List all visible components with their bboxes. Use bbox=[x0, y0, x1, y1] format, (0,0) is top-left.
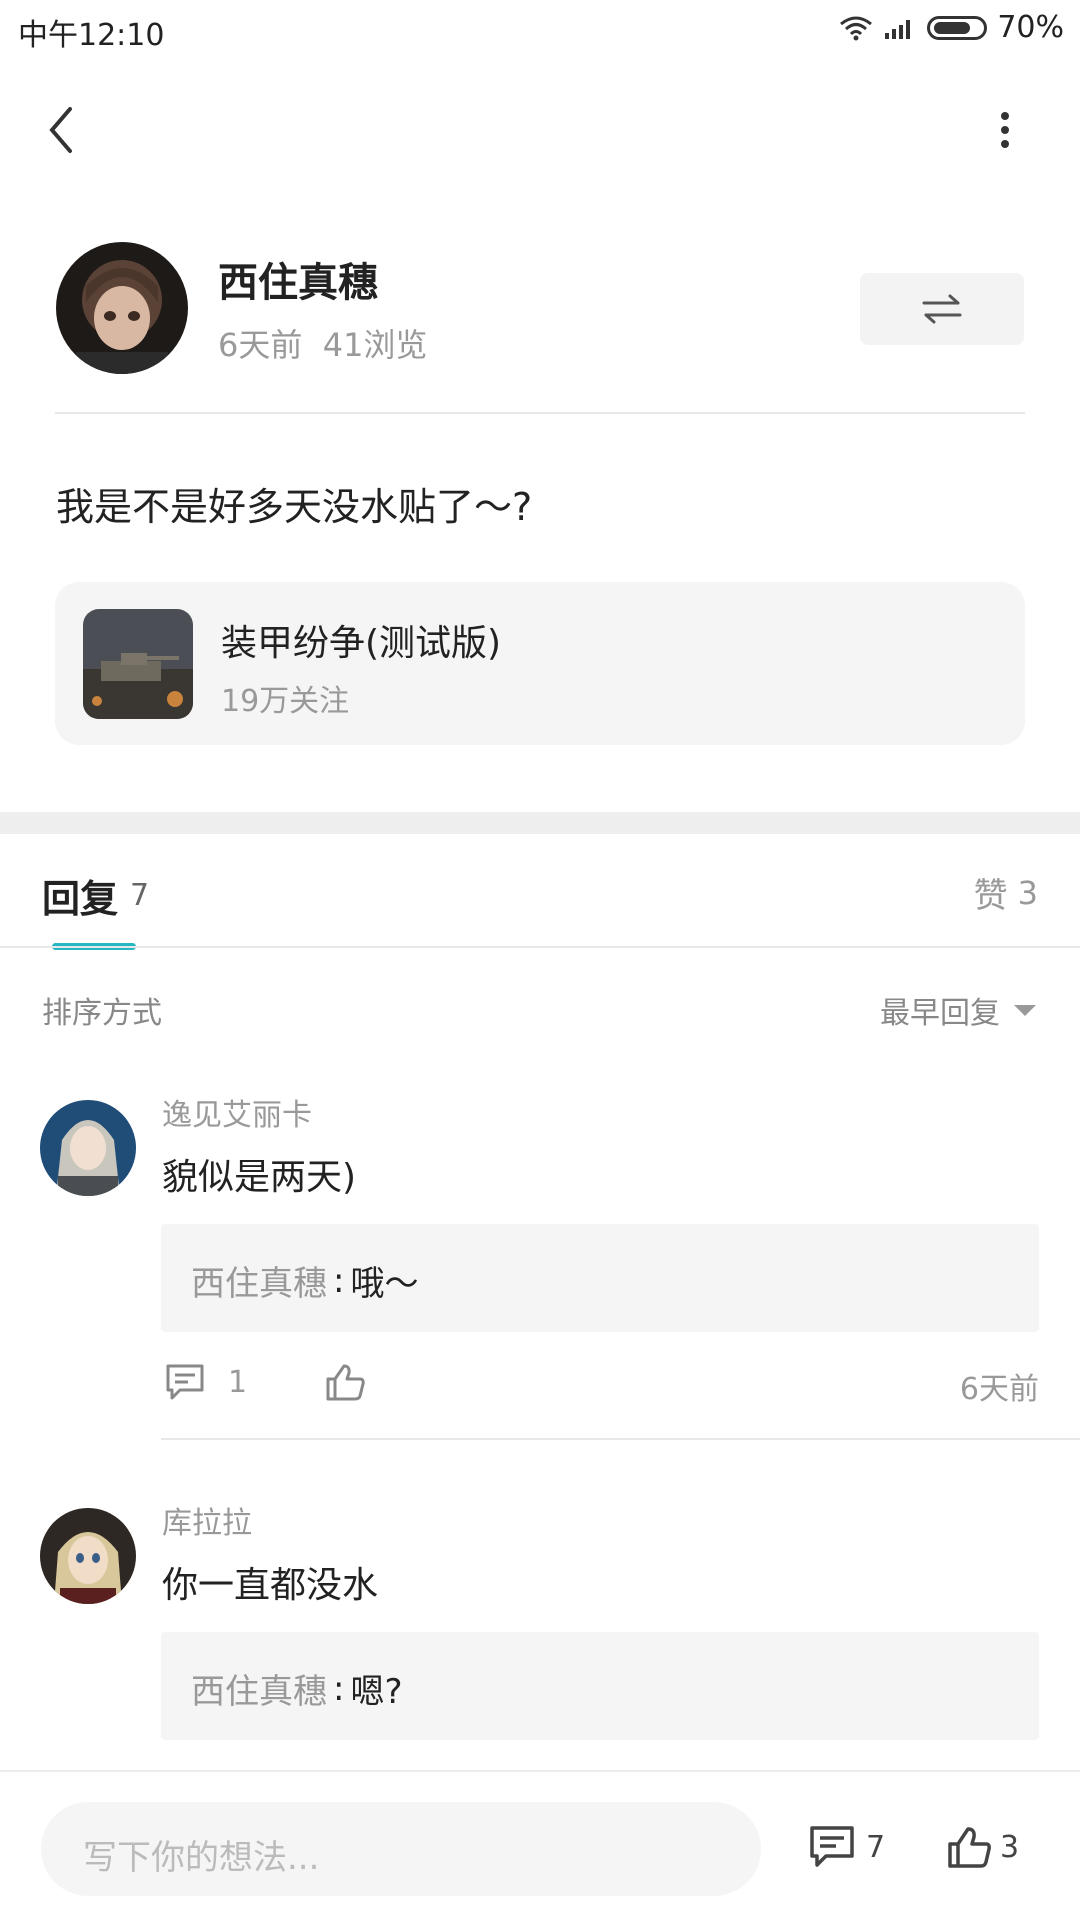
quote-user: 西住真穗 bbox=[191, 1672, 327, 1712]
thumbs-up-icon bbox=[326, 1364, 365, 1401]
quote-separator: : bbox=[333, 1260, 345, 1301]
commenter-name[interactable]: 逸见艾丽卡 bbox=[162, 1090, 312, 1134]
sort-label: 排序方式 bbox=[42, 996, 162, 1031]
reply-count: 1 bbox=[228, 1364, 248, 1400]
comment-input-placeholder: 写下你的想法... bbox=[83, 1838, 320, 1878]
quote-text: 嗯? bbox=[350, 1672, 403, 1712]
reply-quote[interactable]: 西住真穗 : 哦～ bbox=[161, 1224, 1039, 1332]
back-button[interactable] bbox=[36, 100, 86, 160]
status-bar: 中午12:10 70% bbox=[0, 0, 1080, 56]
battery-level: 70% bbox=[997, 10, 1064, 45]
comment-time: 6天前 bbox=[959, 1372, 1039, 1407]
status-icons: 70% bbox=[839, 10, 1064, 45]
like-button[interactable] bbox=[324, 1362, 366, 1406]
commenter-avatar[interactable] bbox=[40, 1100, 136, 1196]
tab-replies-count: 7 bbox=[130, 878, 150, 913]
tabs-divider bbox=[0, 946, 1080, 948]
community-thumbnail bbox=[83, 609, 193, 719]
community-name: 装甲纷争(测试版) bbox=[221, 623, 502, 664]
reply-button[interactable]: 1 bbox=[164, 1362, 247, 1402]
commenter-avatar[interactable] bbox=[40, 1508, 136, 1604]
wifi-icon bbox=[840, 16, 873, 40]
author-divider bbox=[55, 412, 1025, 414]
tab-replies-label: 回复 bbox=[42, 877, 119, 921]
commenter-name[interactable]: 库拉拉 bbox=[162, 1498, 252, 1542]
post-meta: 6天前 41浏览 bbox=[218, 326, 428, 364]
comment-icon bbox=[810, 1826, 854, 1867]
quote-user: 西住真穗 bbox=[191, 1264, 327, 1304]
tab-likes[interactable]: 赞 3 bbox=[974, 868, 1038, 917]
author-name[interactable]: 西住真穗 bbox=[218, 250, 378, 308]
swap-arrows-icon bbox=[922, 294, 962, 324]
comment-divider bbox=[161, 1438, 1080, 1440]
sort-value: 最早回复 bbox=[880, 996, 1000, 1031]
thumbs-up-icon bbox=[948, 1827, 991, 1868]
comment-item: 逸见艾丽卡 貌似是两天) 西住真穗 : 哦～ 1 6天前 bbox=[0, 1080, 1080, 1440]
comments-button[interactable]: 7 bbox=[808, 1824, 885, 1870]
swap-button[interactable] bbox=[860, 273, 1024, 345]
likes-count: 3 bbox=[1000, 1829, 1020, 1865]
tab-likes-count: 3 bbox=[1017, 873, 1038, 912]
community-card[interactable]: 装甲纷争(测试版) 19万关注 bbox=[55, 582, 1025, 745]
quote-text: 哦～ bbox=[350, 1264, 419, 1304]
status-time: 中午12:10 bbox=[18, 18, 165, 53]
community-followers: 19万关注 bbox=[221, 684, 350, 719]
sort-dropdown[interactable]: 最早回复 bbox=[880, 988, 1038, 1032]
like-post-button[interactable]: 3 bbox=[946, 1824, 1019, 1870]
comment-item: 库拉拉 你一直都没水 西住真穗 : 嗯? bbox=[0, 1488, 1080, 1748]
post-content: 我是不是好多天没水贴了～? bbox=[56, 485, 533, 529]
battery-icon bbox=[927, 15, 988, 40]
signal-icon bbox=[885, 19, 911, 39]
reply-quote[interactable]: 西住真穗 : 嗯? bbox=[161, 1632, 1039, 1740]
bottom-bar: 写下你的想法... 7 3 bbox=[0, 1770, 1080, 1922]
chevron-left-icon bbox=[49, 107, 72, 153]
author-avatar[interactable] bbox=[56, 242, 188, 374]
section-separator bbox=[0, 812, 1080, 834]
more-vertical-icon bbox=[1001, 112, 1009, 148]
comment-input[interactable]: 写下你的想法... bbox=[41, 1802, 761, 1896]
comments-count: 7 bbox=[866, 1829, 886, 1865]
more-options-button[interactable] bbox=[985, 100, 1025, 160]
comment-text: 貌似是两天) bbox=[162, 1157, 357, 1198]
quote-separator: : bbox=[333, 1668, 345, 1709]
tab-likes-label: 赞 bbox=[973, 876, 1008, 916]
tab-replies[interactable]: 回复 7 bbox=[42, 868, 149, 923]
comment-text: 你一直都没水 bbox=[162, 1565, 379, 1606]
caret-down-icon bbox=[1014, 1005, 1036, 1016]
comment-icon bbox=[166, 1364, 204, 1400]
